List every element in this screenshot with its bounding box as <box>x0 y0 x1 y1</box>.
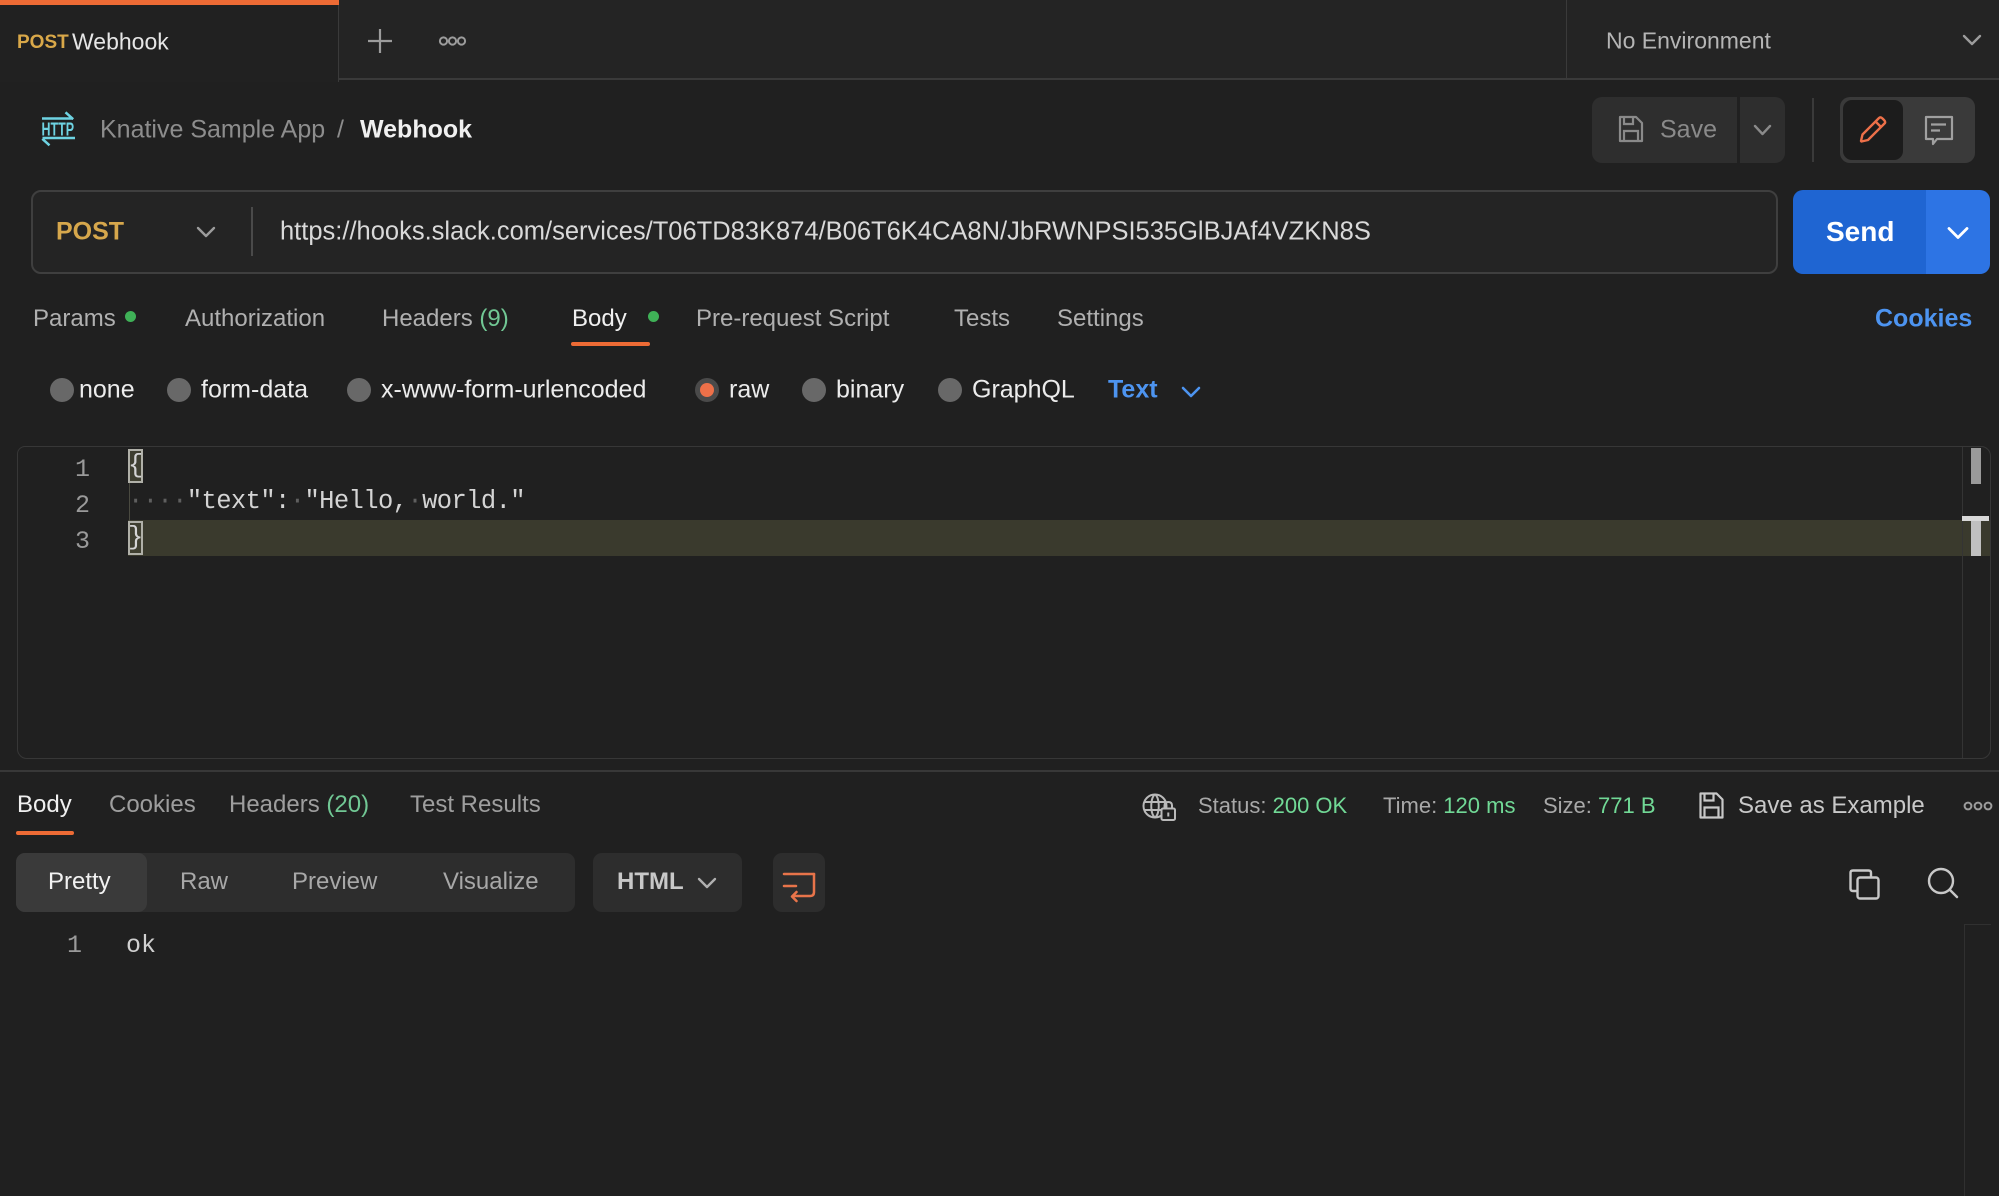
svg-text:HTTP: HTTP <box>42 119 75 140</box>
